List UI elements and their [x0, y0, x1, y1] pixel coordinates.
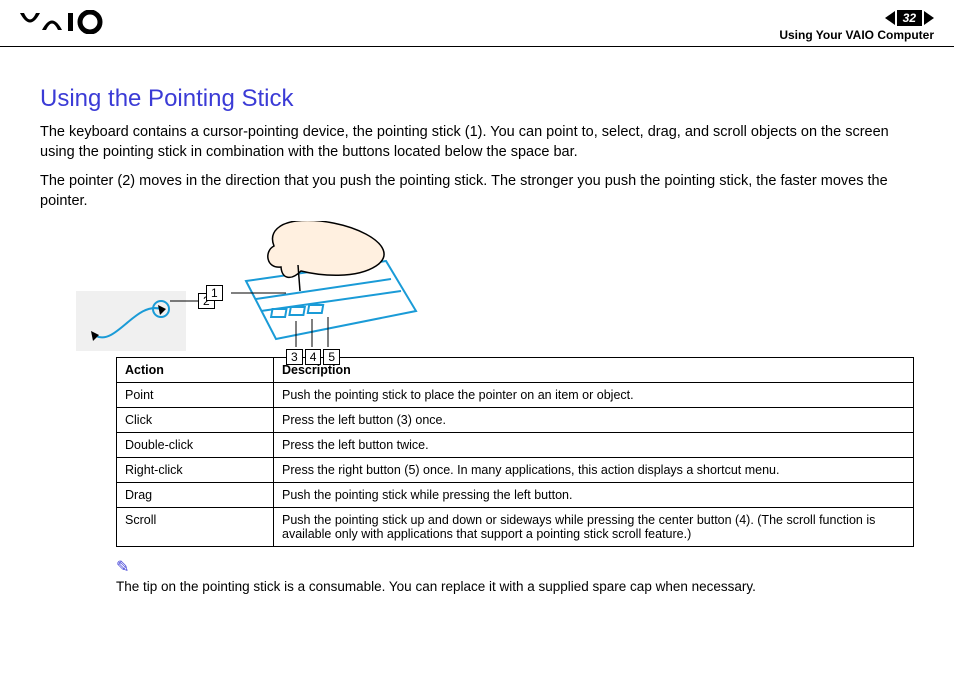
intro-paragraph-2: The pointer (2) moves in the direction t…: [40, 172, 914, 211]
page-header: 32 Using Your VAIO Computer: [0, 0, 954, 47]
prev-page-icon[interactable]: [885, 11, 895, 25]
illustration-row: 2: [76, 221, 914, 351]
col-description: Description: [274, 358, 914, 383]
cell-desc: Push the pointing stick while pressing t…: [274, 483, 914, 508]
vaio-logo: [20, 10, 130, 34]
action-table: Action Description PointPush the pointin…: [116, 357, 914, 547]
cell-desc: Push the pointing stick up and down or s…: [274, 508, 914, 547]
cell-action: Point: [117, 383, 274, 408]
note: ✎ The tip on the pointing stick is a con…: [116, 557, 914, 594]
cell-desc: Press the right button (5) once. In many…: [274, 458, 914, 483]
cell-desc: Press the left button twice.: [274, 433, 914, 458]
cell-action: Double-click: [117, 433, 274, 458]
next-page-icon[interactable]: [924, 11, 934, 25]
callout-4: 4: [305, 349, 322, 365]
section-label: Using Your VAIO Computer: [779, 28, 934, 42]
note-icon: ✎: [116, 557, 914, 577]
table-row: ClickPress the left button (3) once.: [117, 408, 914, 433]
callout-3: 3: [286, 349, 303, 365]
table-row: DragPush the pointing stick while pressi…: [117, 483, 914, 508]
cell-desc: Push the pointing stick to place the poi…: [274, 383, 914, 408]
col-action: Action: [117, 358, 274, 383]
table-row: Double-clickPress the left button twice.: [117, 433, 914, 458]
callout-5: 5: [323, 349, 340, 365]
cell-action: Scroll: [117, 508, 274, 547]
cell-desc: Press the left button (3) once.: [274, 408, 914, 433]
note-text: The tip on the pointing stick is a consu…: [116, 579, 756, 594]
cell-action: Right-click: [117, 458, 274, 483]
table-row: ScrollPush the pointing stick up and dow…: [117, 508, 914, 547]
header-right: 32 Using Your VAIO Computer: [779, 10, 934, 42]
table-header-row: Action Description: [117, 358, 914, 383]
intro-paragraph-1: The keyboard contains a cursor-pointing …: [40, 123, 914, 162]
keyboard-illustration: 1 3 4 5: [226, 221, 426, 351]
cell-action: Drag: [117, 483, 274, 508]
page-content: Using the Pointing Stick The keyboard co…: [0, 47, 954, 594]
page-number: 32: [897, 10, 922, 26]
table-row: Right-clickPress the right button (5) on…: [117, 458, 914, 483]
page-title: Using the Pointing Stick: [40, 85, 914, 113]
callout-1: 1: [206, 285, 223, 301]
cell-action: Click: [117, 408, 274, 433]
table-row: PointPush the pointing stick to place th…: [117, 383, 914, 408]
